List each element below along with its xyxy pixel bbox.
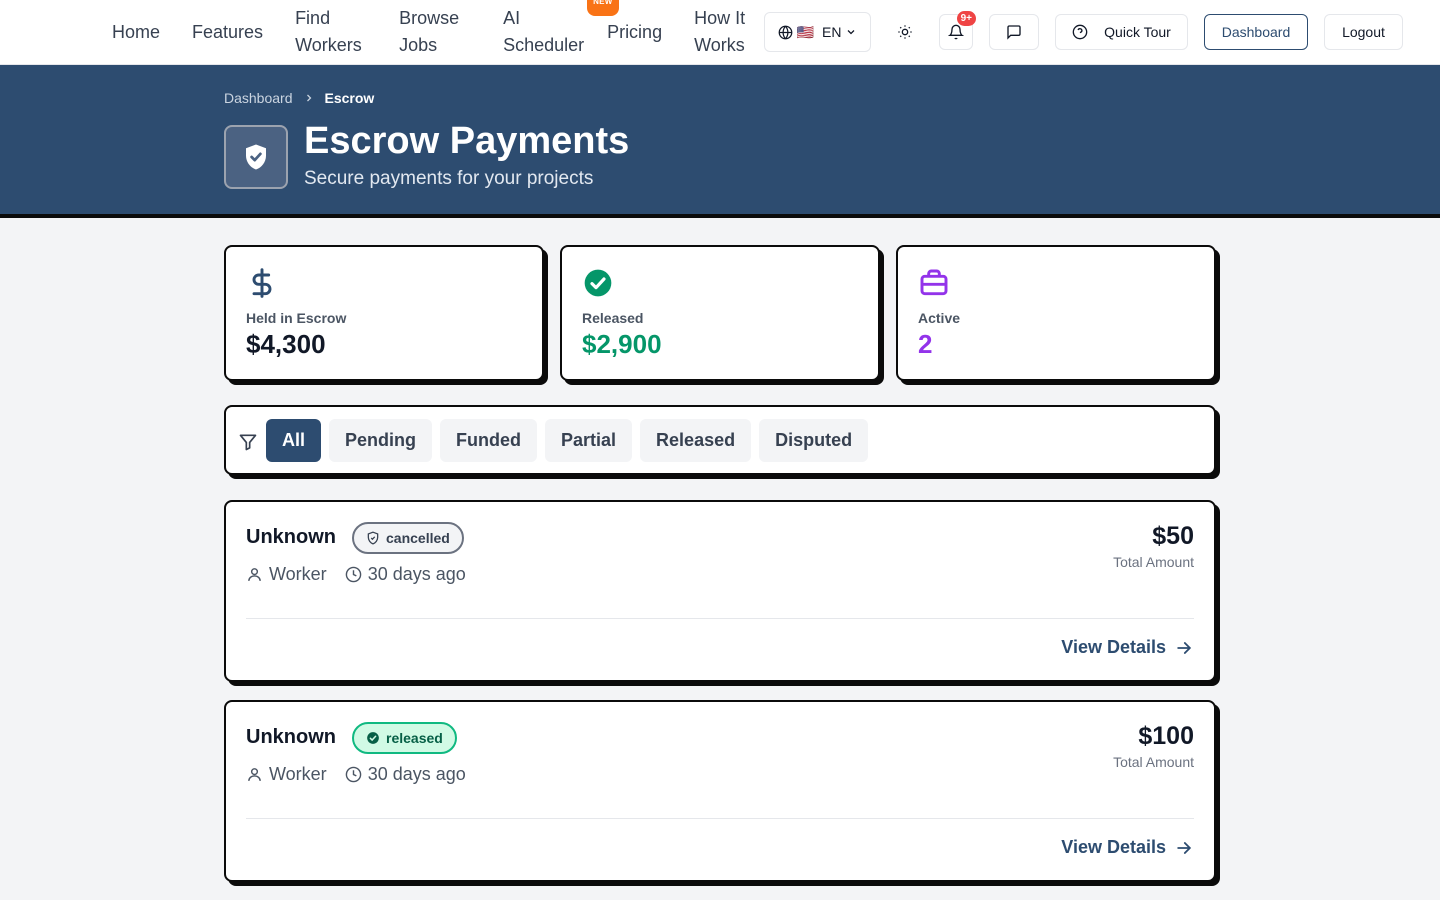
view-details-link[interactable]: View Details bbox=[1061, 637, 1194, 658]
breadcrumb-dashboard-link[interactable]: Dashboard bbox=[224, 90, 293, 106]
messages-button[interactable] bbox=[989, 14, 1039, 50]
escrow-amount: $100 Total Amount bbox=[1113, 722, 1194, 770]
page-subtitle: Secure payments for your projects bbox=[304, 168, 594, 189]
breadcrumb-current: Escrow bbox=[324, 90, 375, 106]
escrow-amount: $50 Total Amount bbox=[1113, 522, 1194, 570]
nav-link-pricing[interactable]: Pricing bbox=[607, 19, 662, 46]
nav-link-home[interactable]: Home bbox=[112, 19, 160, 46]
logout-button[interactable]: Logout bbox=[1324, 14, 1403, 50]
divider bbox=[246, 818, 1194, 819]
briefcase-icon bbox=[918, 267, 950, 304]
clock-icon bbox=[345, 766, 361, 783]
check-circle-icon bbox=[367, 732, 379, 744]
created-time: 30 days ago bbox=[367, 764, 466, 784]
quick-tour-label: Quick Tour bbox=[1104, 24, 1171, 40]
status-label: cancelled bbox=[386, 530, 450, 546]
breadcrumb: Dashboard Escrow bbox=[224, 90, 374, 106]
view-details-label: View Details bbox=[1061, 637, 1166, 657]
nav-links: Home Features Find Workers Browse Jobs A… bbox=[112, 0, 798, 64]
stat-label: Released bbox=[582, 310, 644, 326]
created-time: 30 days ago bbox=[367, 564, 466, 584]
quick-tour-button[interactable]: Quick Tour bbox=[1055, 14, 1188, 50]
theme-toggle-button[interactable] bbox=[885, 14, 925, 50]
dashboard-button[interactable]: Dashboard bbox=[1204, 14, 1308, 50]
stat-card-active: Active 2 bbox=[896, 245, 1216, 381]
bell-icon bbox=[948, 24, 964, 40]
nav-link-how-it-works[interactable]: How It Works bbox=[694, 5, 766, 59]
amount-label: Total Amount bbox=[1113, 554, 1194, 570]
escrow-meta: Worker 30 days ago bbox=[246, 764, 484, 785]
escrow-meta: Worker 30 days ago bbox=[246, 564, 484, 585]
amount-value: $50 bbox=[1152, 522, 1194, 550]
page-header: Dashboard Escrow Escrow Payments Secure … bbox=[0, 65, 1440, 218]
filter-chip-disputed[interactable]: Disputed bbox=[759, 419, 869, 462]
filter-icon bbox=[238, 432, 258, 457]
message-square-icon bbox=[1007, 25, 1021, 40]
stat-value: $2,900 bbox=[582, 329, 662, 359]
stat-label: Active bbox=[918, 310, 961, 326]
nav-link-find-workers[interactable]: Find Workers bbox=[295, 5, 367, 59]
page-title: Escrow Payments bbox=[304, 120, 630, 162]
language-flag: 🇺🇸 bbox=[796, 23, 814, 40]
stat-card-held: Held in Escrow $4,300 bbox=[224, 245, 544, 381]
view-details-label: View Details bbox=[1061, 837, 1166, 857]
divider bbox=[246, 618, 1194, 619]
globe-icon bbox=[778, 25, 792, 39]
check-circle-icon bbox=[582, 267, 614, 304]
worker-name: Worker bbox=[269, 564, 327, 584]
sun-icon bbox=[898, 25, 912, 39]
clock-icon bbox=[345, 566, 361, 583]
top-navbar: Home Features Find Workers Browse Jobs A… bbox=[0, 0, 1440, 65]
filter-bar: All Pending Funded Partial Released Disp… bbox=[224, 405, 1216, 475]
notifications-button[interactable]: 9+ bbox=[939, 11, 976, 50]
stat-value: 2 bbox=[918, 329, 933, 359]
filter-chip-released[interactable]: Released bbox=[640, 419, 752, 462]
stat-card-released: Released $2,900 bbox=[560, 245, 880, 381]
user-icon bbox=[248, 568, 261, 581]
view-details-link[interactable]: View Details bbox=[1061, 837, 1194, 858]
escrow-card[interactable]: Unknown cancelled Worker 30 days ago $50… bbox=[224, 500, 1216, 682]
user-icon bbox=[248, 768, 261, 781]
language-selector[interactable]: 🇺🇸 EN bbox=[764, 12, 871, 52]
filter-chip-partial[interactable]: Partial bbox=[545, 419, 633, 462]
filter-chips: All Pending Funded Partial Released Disp… bbox=[266, 419, 876, 462]
shield-icon bbox=[367, 531, 379, 545]
nav-link-ai-scheduler-label: AI Scheduler bbox=[503, 8, 585, 55]
filter-chip-all[interactable]: All bbox=[266, 419, 322, 462]
new-badge: NEW bbox=[587, 0, 619, 16]
dollar-icon bbox=[246, 267, 278, 304]
nav-link-browse-jobs[interactable]: Browse Jobs bbox=[399, 5, 471, 59]
help-circle-icon bbox=[1072, 24, 1088, 40]
arrow-right-icon bbox=[1177, 841, 1192, 854]
escrow-title: Unknown bbox=[246, 526, 336, 548]
arrow-right-icon bbox=[1177, 641, 1192, 654]
nav-link-ai-scheduler[interactable]: AI Scheduler NEW bbox=[503, 0, 619, 59]
stat-value: $4,300 bbox=[246, 329, 326, 359]
chevron-down-icon bbox=[847, 30, 855, 35]
shield-check-icon bbox=[224, 125, 288, 189]
status-badge: cancelled bbox=[352, 522, 464, 554]
notification-count-badge: 9+ bbox=[956, 11, 976, 26]
escrow-card[interactable]: Unknown released Worker 30 days ago $100… bbox=[224, 700, 1216, 882]
stat-label: Held in Escrow bbox=[246, 310, 347, 326]
status-label: released bbox=[386, 730, 443, 746]
chevron-right-icon bbox=[303, 92, 315, 104]
status-badge: released bbox=[352, 722, 457, 754]
amount-label: Total Amount bbox=[1113, 754, 1194, 770]
language-code: EN bbox=[821, 24, 842, 40]
amount-value: $100 bbox=[1138, 722, 1194, 750]
worker-name: Worker bbox=[269, 764, 327, 784]
nav-link-features[interactable]: Features bbox=[192, 19, 263, 46]
escrow-title: Unknown bbox=[246, 726, 336, 748]
filter-chip-funded[interactable]: Funded bbox=[440, 419, 538, 462]
filter-chip-pending[interactable]: Pending bbox=[329, 419, 433, 462]
